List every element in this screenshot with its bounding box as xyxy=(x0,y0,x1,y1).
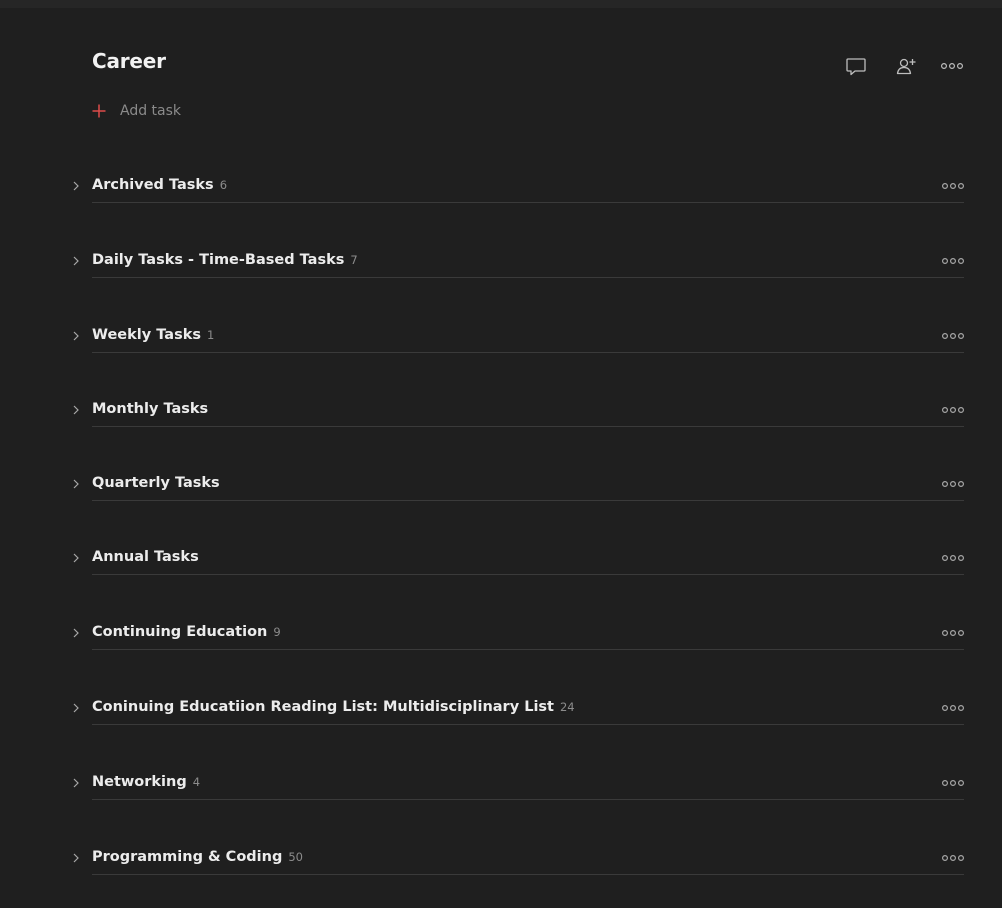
section-name: Programming & Coding xyxy=(92,849,283,865)
page-title: Career xyxy=(92,49,166,73)
plus-icon xyxy=(92,104,106,118)
add-task-button[interactable]: Add task xyxy=(92,100,181,122)
chevron-right-icon[interactable] xyxy=(70,777,82,789)
section-name: Continuing Education xyxy=(92,624,268,640)
section-divider xyxy=(92,574,964,575)
section-divider xyxy=(92,426,964,427)
section-name: Archived Tasks xyxy=(92,177,214,193)
section-count: 4 xyxy=(192,775,201,789)
comment-icon[interactable] xyxy=(843,53,869,79)
top-bar xyxy=(0,0,1002,8)
section-more-icon[interactable] xyxy=(940,327,966,345)
chevron-right-icon[interactable] xyxy=(70,255,82,267)
section-name: Quarterly Tasks xyxy=(92,475,220,491)
chevron-right-icon[interactable] xyxy=(70,180,82,192)
section-divider xyxy=(92,799,964,800)
section-more-icon[interactable] xyxy=(940,549,966,567)
section-name: Monthly Tasks xyxy=(92,401,209,417)
section-count: 6 xyxy=(219,178,228,192)
section-reading-list[interactable]: Coninuing Educatiion Reading List: Multi… xyxy=(66,695,966,725)
section-more-icon[interactable] xyxy=(940,475,966,493)
section-divider xyxy=(92,202,964,203)
chevron-right-icon[interactable] xyxy=(70,627,82,639)
section-more-icon[interactable] xyxy=(940,252,966,270)
section-name: Daily Tasks - Time-Based Tasks xyxy=(92,252,345,268)
section-more-icon[interactable] xyxy=(940,401,966,419)
section-divider xyxy=(92,724,964,725)
chevron-right-icon[interactable] xyxy=(70,702,82,714)
share-person-icon[interactable] xyxy=(893,53,919,79)
chevron-right-icon[interactable] xyxy=(70,330,82,342)
section-quarterly-tasks[interactable]: Quarterly Tasks xyxy=(66,471,966,501)
project-header: Career xyxy=(92,48,972,78)
section-programming-coding[interactable]: Programming & Coding 50 xyxy=(66,845,966,875)
section-count: 1 xyxy=(206,328,215,342)
section-divider xyxy=(92,874,964,875)
section-more-icon[interactable] xyxy=(940,624,966,642)
section-divider xyxy=(92,277,964,278)
section-count: 9 xyxy=(273,625,281,639)
section-weekly-tasks[interactable]: Weekly Tasks 1 xyxy=(66,323,966,353)
add-task-label: Add task xyxy=(120,103,182,119)
section-more-icon[interactable] xyxy=(940,177,966,195)
section-annual-tasks[interactable]: Annual Tasks xyxy=(66,545,966,575)
chevron-right-icon[interactable] xyxy=(70,404,82,416)
section-more-icon[interactable] xyxy=(940,699,966,717)
section-archived-tasks[interactable]: Archived Tasks 6 xyxy=(66,173,966,203)
section-name: Weekly Tasks xyxy=(92,327,201,343)
chevron-right-icon[interactable] xyxy=(70,852,82,864)
section-name: Annual Tasks xyxy=(92,549,199,565)
section-divider xyxy=(92,500,964,501)
section-name: Networking xyxy=(92,774,187,790)
section-name: Coninuing Educatiion Reading List: Multi… xyxy=(92,699,554,715)
chevron-right-icon[interactable] xyxy=(70,552,82,564)
section-continuing-education[interactable]: Continuing Education 9 xyxy=(66,620,966,650)
section-more-icon[interactable] xyxy=(940,849,966,867)
section-divider xyxy=(92,649,964,650)
section-divider xyxy=(92,352,964,353)
section-networking[interactable]: Networking 4 xyxy=(66,770,966,800)
section-daily-tasks[interactable]: Daily Tasks - Time-Based Tasks 7 xyxy=(66,248,966,278)
section-count: 7 xyxy=(350,253,358,267)
section-count: 50 xyxy=(288,850,303,864)
chevron-right-icon[interactable] xyxy=(70,478,82,490)
section-more-icon[interactable] xyxy=(940,774,966,792)
more-icon[interactable] xyxy=(939,53,965,79)
section-monthly-tasks[interactable]: Monthly Tasks xyxy=(66,397,966,427)
section-count: 24 xyxy=(559,700,575,714)
